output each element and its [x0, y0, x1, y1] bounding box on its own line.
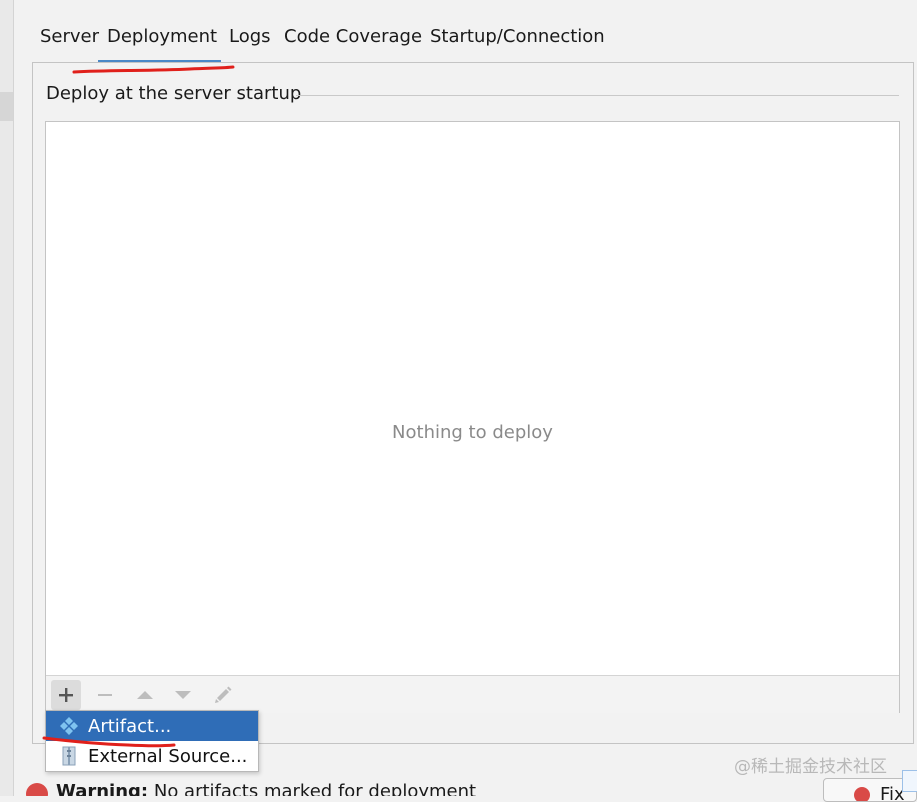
warning-message: Warning: No artifacts marked for deploym…: [26, 780, 726, 796]
side-widget-icon[interactable]: [902, 770, 917, 792]
artifact-icon: [58, 715, 80, 737]
add-button[interactable]: [51, 680, 81, 710]
edit-button[interactable]: [208, 680, 238, 710]
list-toolbar: [46, 675, 899, 713]
watermark: @稀土掘金技术社区: [734, 757, 887, 777]
add-menu-popup: Artifact... External Source...: [45, 710, 259, 772]
error-icon: [26, 783, 48, 796]
archive-icon: [58, 745, 80, 767]
tab-deployment[interactable]: Deployment: [107, 26, 217, 47]
warning-text: No artifacts marked for deployment: [153, 781, 477, 796]
pencil-icon: [215, 686, 232, 703]
left-edge-notch: [0, 92, 13, 121]
menu-item-label: Artifact...: [88, 715, 172, 737]
move-down-button[interactable]: [168, 680, 198, 710]
tab-logs[interactable]: Logs: [229, 26, 271, 47]
tab-code-coverage[interactable]: Code Coverage: [284, 26, 422, 47]
menu-item-external-source[interactable]: External Source...: [46, 741, 258, 771]
tab-startup-connection[interactable]: Startup/Connection: [430, 26, 605, 47]
error-icon: [854, 787, 870, 801]
menu-item-artifact[interactable]: Artifact...: [46, 711, 258, 741]
empty-state-text: Nothing to deploy: [392, 422, 553, 443]
left-window-edge: [0, 0, 14, 796]
tab-server[interactable]: Server: [40, 26, 99, 47]
menu-item-label: External Source...: [88, 745, 248, 767]
remove-button[interactable]: [90, 680, 120, 710]
fix-button-label: Fix: [880, 784, 905, 802]
plus-icon: [59, 688, 73, 702]
move-up-button[interactable]: [130, 680, 160, 710]
arrow-up-icon: [137, 691, 153, 699]
minus-icon: [98, 694, 112, 696]
section-separator: [296, 95, 899, 96]
section-title: Deploy at the server startup: [46, 83, 310, 104]
arrow-down-icon: [175, 691, 191, 699]
warning-prefix: Warning:: [56, 781, 149, 796]
deployment-list[interactable]: Nothing to deploy: [45, 121, 900, 713]
